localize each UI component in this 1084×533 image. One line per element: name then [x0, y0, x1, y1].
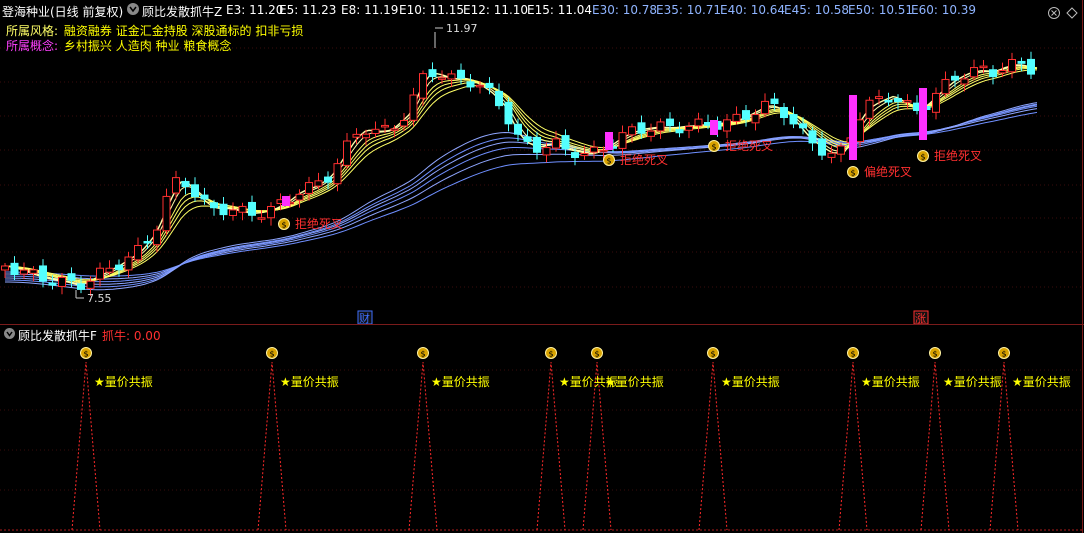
- money-bag-icon: $: [84, 350, 89, 359]
- money-bag-icon: $: [933, 350, 938, 359]
- signal-text: ★量价共振: [605, 375, 664, 389]
- money-bag-icon: $: [421, 350, 426, 359]
- money-bag-icon: $: [595, 350, 600, 359]
- money-bag-icon: $: [1002, 350, 1007, 359]
- money-bag-icon: $: [270, 350, 275, 359]
- money-bag-icon: $: [549, 350, 554, 359]
- signal-text: ★量价共振: [861, 375, 920, 389]
- signal-text: ★量价共振: [943, 375, 1002, 389]
- indicator-chart[interactable]: $ $ $ $ $ $ $ $ $ ★量价共振 ★量价共振 ★量价共振 ★量价共振 ★量价共振 ★量价共振…: [0, 0, 1084, 533]
- signal-text: ★量价共振: [431, 375, 490, 389]
- signal-text: ★量价共振: [1012, 375, 1071, 389]
- signal-text: ★量价共振: [94, 375, 153, 389]
- money-bag-icon: $: [711, 350, 716, 359]
- money-bag-icon: $: [851, 350, 856, 359]
- signal-text: ★量价共振: [721, 375, 780, 389]
- signal-text: ★量价共振: [280, 375, 339, 389]
